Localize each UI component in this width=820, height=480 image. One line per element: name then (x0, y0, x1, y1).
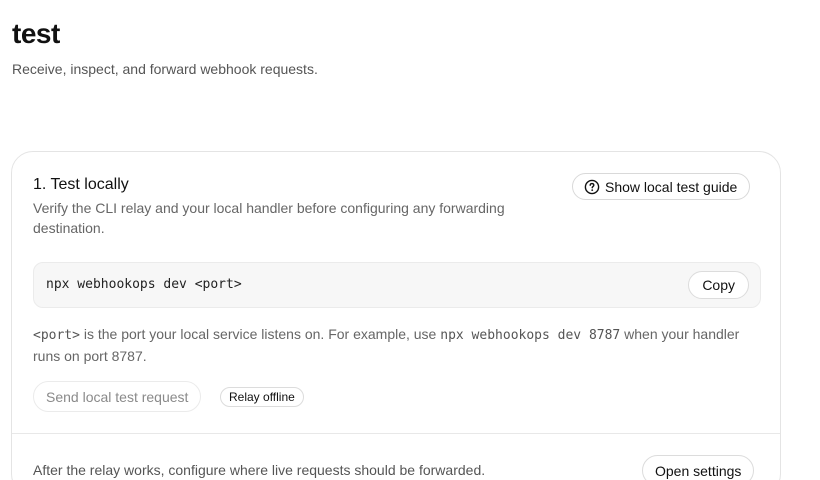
section-divider (12, 433, 780, 434)
show-guide-button[interactable]: Show local test guide (572, 173, 751, 200)
footer-text: After the relay works, configure where l… (33, 462, 486, 478)
step-title: 1. Test locally (33, 176, 129, 193)
command-box: npx webhookops dev <port> Copy (33, 262, 761, 308)
show-guide-label: Show local test guide (605, 178, 738, 195)
open-settings-button[interactable]: Open settings (642, 455, 755, 480)
page-subtitle: Receive, inspect, and forward webhook re… (12, 61, 318, 77)
webhook-page: test Receive, inspect, and forward webho… (0, 0, 820, 480)
test-locally-card: 1. Test locally Verify the CLI relay and… (11, 151, 781, 480)
question-circle-icon (584, 179, 600, 195)
port-note: <port> is the port your local service li… (33, 324, 753, 367)
step-description: Verify the CLI relay and your local hand… (33, 200, 505, 236)
command-text: npx webhookops dev <port> (46, 277, 242, 292)
example-command: npx webhookops dev 8787 (440, 328, 621, 343)
port-note-text-1: is the port your local service listens o… (79, 326, 441, 342)
page-title: test (12, 18, 60, 49)
send-test-request-button[interactable]: Send local test request (33, 381, 202, 412)
copy-button[interactable]: Copy (688, 271, 749, 299)
relay-status-badge: Relay offline (220, 387, 304, 407)
port-placeholder: <port> (33, 328, 80, 343)
